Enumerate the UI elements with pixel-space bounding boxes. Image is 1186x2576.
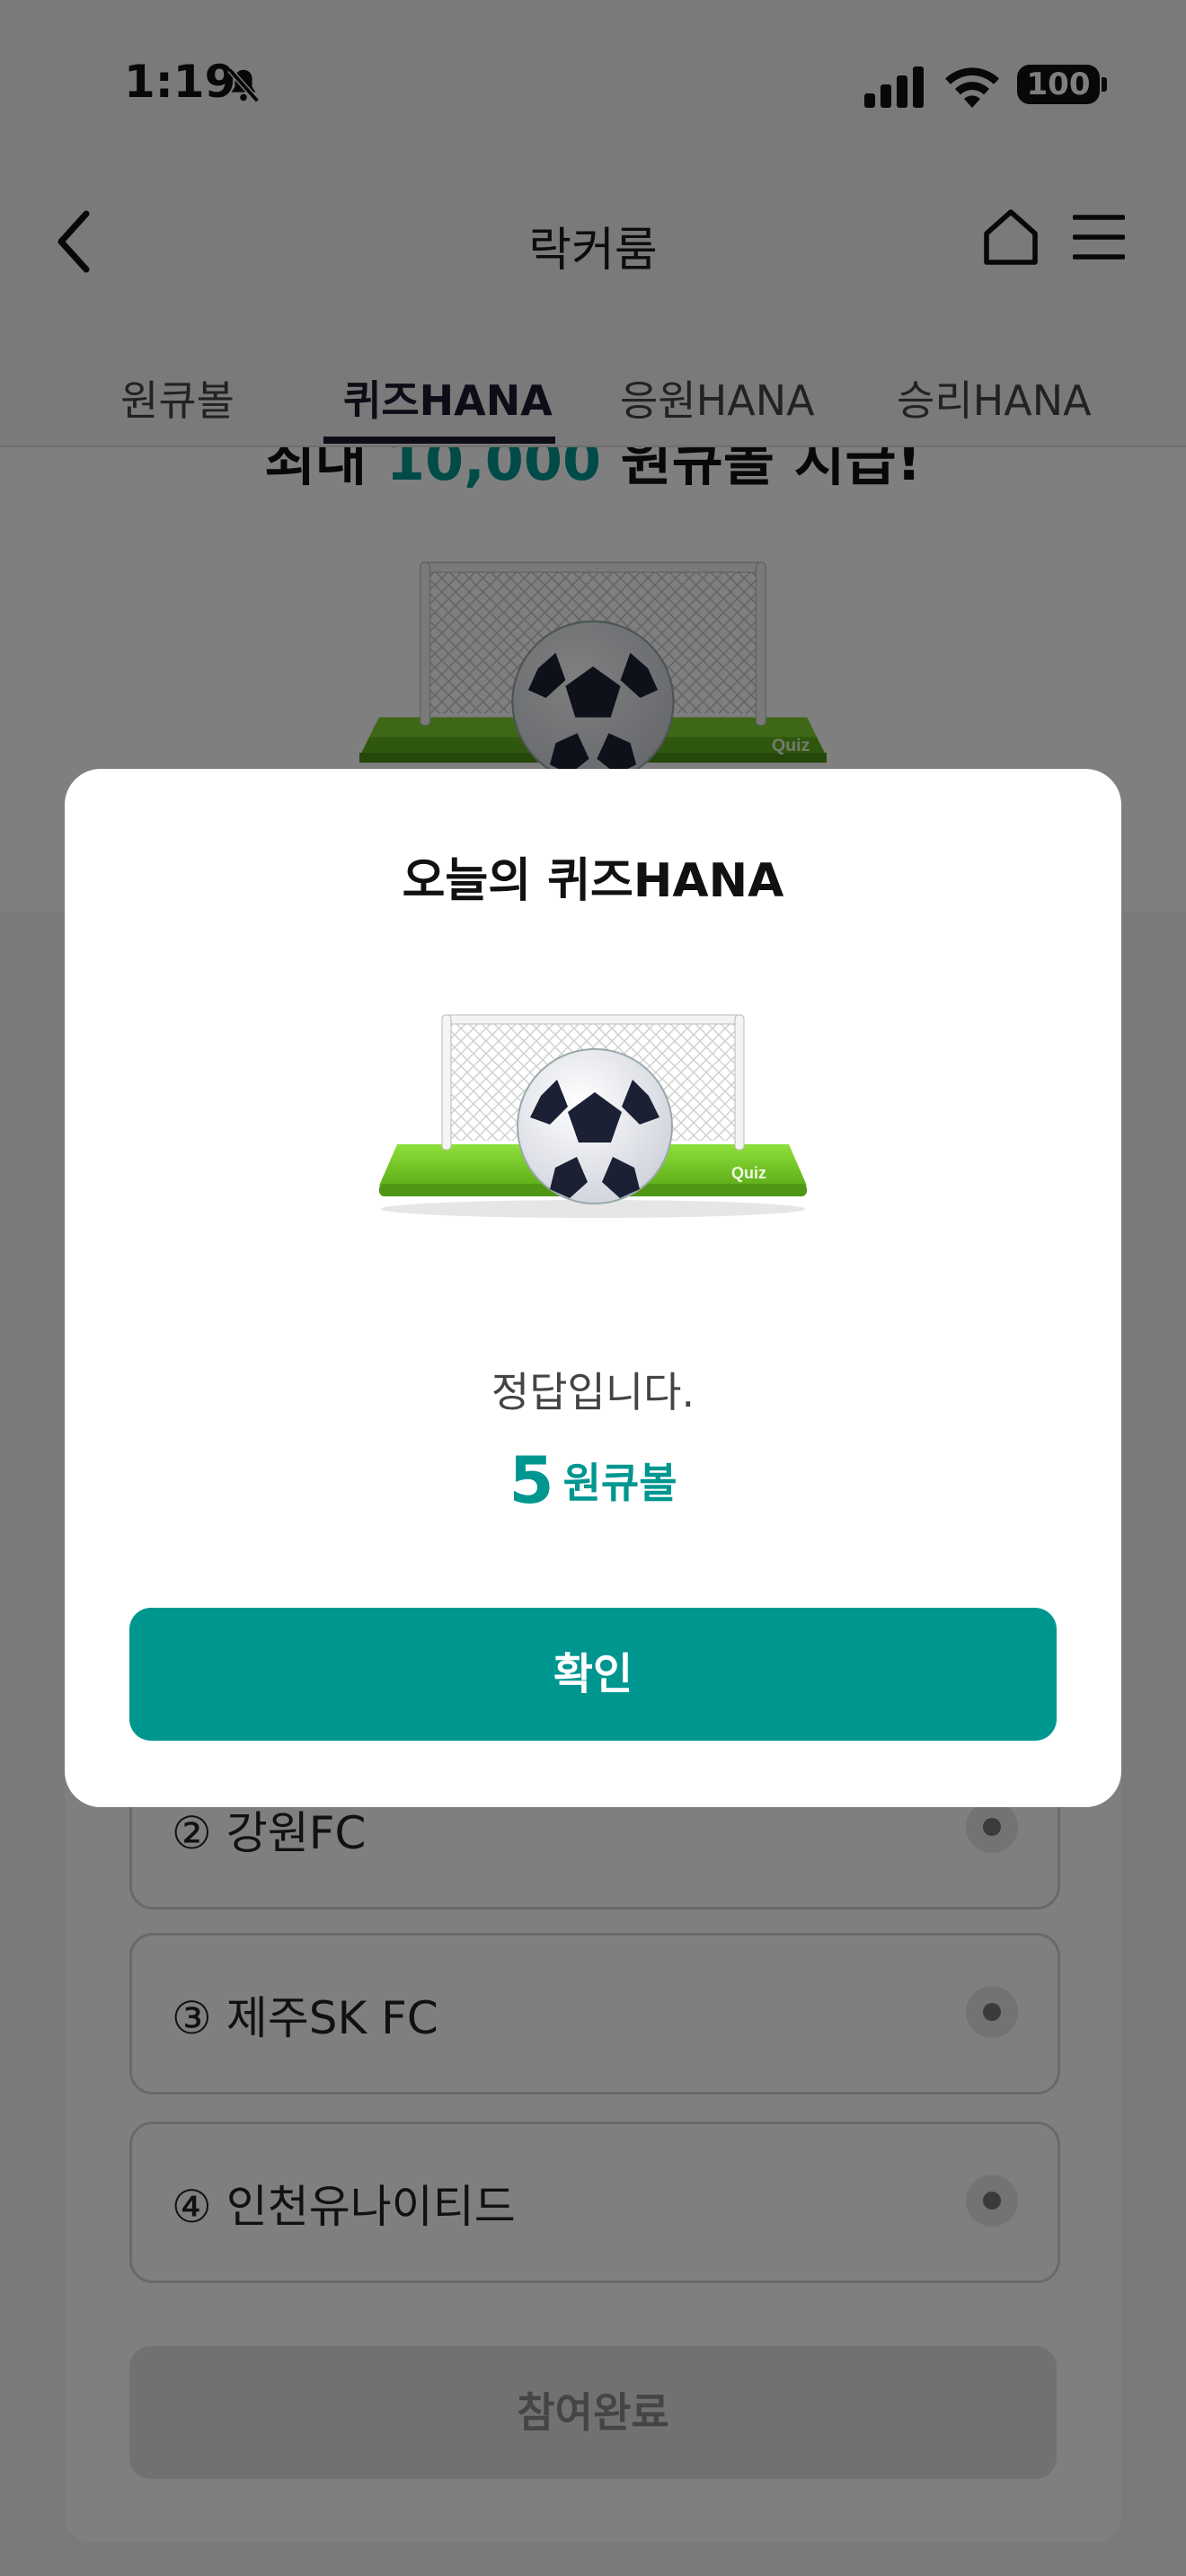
result-modal: 오늘의 퀴즈HANA Quiz 정답입니다. 5 원큐볼 확인 — [65, 769, 1121, 1807]
confirm-button[interactable]: 확인 — [129, 1608, 1057, 1741]
modal-title: 오늘의 퀴즈HANA — [402, 854, 784, 908]
result-message: 정답입니다. — [491, 1368, 695, 1416]
goal-illustration: Quiz — [379, 1014, 807, 1218]
reward-unit: 원큐볼 — [562, 1459, 677, 1507]
reward-number: 5 — [509, 1442, 554, 1518]
reward-amount: 5 원큐볼 — [65, 1442, 1121, 1518]
quiz-label: Quiz — [731, 1164, 766, 1182]
